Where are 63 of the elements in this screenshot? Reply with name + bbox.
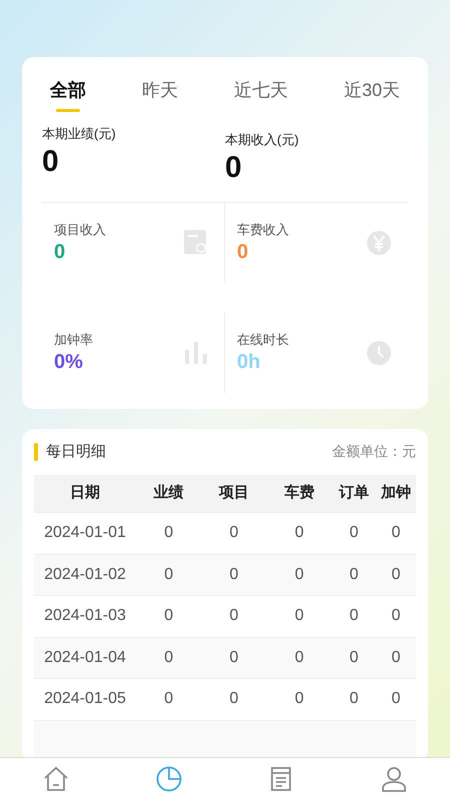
table-cell-text: 0 [228, 606, 240, 626]
total-label: 本期收入(元) [225, 131, 300, 149]
stat-value: 0 [237, 240, 250, 266]
period-tab[interactable]: 全部 [50, 77, 86, 112]
table-cell-text: 0 [294, 606, 305, 626]
column-header: 业绩 [152, 483, 185, 504]
tab-underline [56, 109, 80, 112]
table-cell-text: 2024-01-05 [43, 689, 127, 710]
stat-label: 加钟率 [54, 330, 93, 349]
table-cell-text: 0 [390, 648, 402, 668]
period-tab[interactable]: 近30天 [344, 77, 400, 112]
stat-label: 在线时长 [237, 330, 289, 349]
table-cell-text: 0 [348, 564, 360, 585]
table-cell-text: 0 [348, 689, 360, 710]
total-label: 本期业绩(元) [42, 125, 117, 143]
period-tab[interactable]: 近七天 [234, 77, 288, 112]
clock-icon [366, 340, 392, 366]
table-cell-text: 0 [163, 648, 174, 668]
table-cell-text: 0 [348, 606, 360, 626]
stat-value: 0h [237, 350, 262, 376]
table-cell-text: 0 [348, 648, 360, 668]
stat-label: 车费收入 [237, 220, 289, 239]
total-value: 0 [42, 144, 60, 180]
table-cell-text: 0 [294, 648, 305, 668]
stat-value: 0 [54, 240, 66, 266]
table-cell-text: 0 [163, 606, 174, 626]
table-cell-text: 2024-01-01 [43, 523, 127, 544]
user-icon [380, 765, 408, 793]
table-cell-text: 0 [390, 523, 402, 544]
table-cell-text: 0 [228, 648, 240, 668]
table-cell-text: 2024-01-04 [43, 648, 127, 668]
document-icon [184, 230, 208, 256]
bar-chart-icon [184, 342, 208, 364]
stat-label: 项目收入 [54, 220, 106, 239]
column-header: 项目 [218, 483, 250, 504]
table-cell-text: 0 [228, 564, 240, 585]
table-cell-text: 0 [228, 689, 240, 710]
stat-value: 0% [54, 350, 84, 376]
column-header: 加钟 [380, 483, 412, 504]
table-cell-text: 0 [294, 564, 305, 585]
title-accent [34, 442, 38, 461]
column-header: 车费 [283, 483, 316, 504]
home-icon [42, 765, 70, 793]
section-title: 每日明细 [46, 442, 106, 462]
column-header: 订单 [338, 483, 370, 504]
table-cell-text: 0 [163, 564, 174, 585]
yen-icon [366, 230, 392, 256]
table-cell-text: 0 [390, 689, 402, 710]
total-value: 0 [225, 150, 243, 186]
table-cell-text: 0 [390, 606, 402, 626]
table-cell-text: 0 [390, 564, 402, 585]
table-cell-text: 0 [348, 523, 360, 544]
table-cell-text: 0 [228, 523, 240, 544]
table-cell-text: 0 [294, 523, 305, 544]
column-header: 日期 [69, 483, 101, 504]
unit-note: 金额单位：元 [332, 442, 416, 462]
table-cell-text: 2024-01-02 [43, 564, 127, 585]
table-cell-text: 0 [294, 689, 305, 710]
table-cell-text: 2024-01-03 [43, 606, 127, 626]
period-tab[interactable]: 昨天 [142, 77, 178, 112]
pie-chart-icon [154, 765, 183, 793]
table-cell-text: 0 [163, 689, 174, 710]
table-cell-text: 0 [163, 523, 174, 544]
